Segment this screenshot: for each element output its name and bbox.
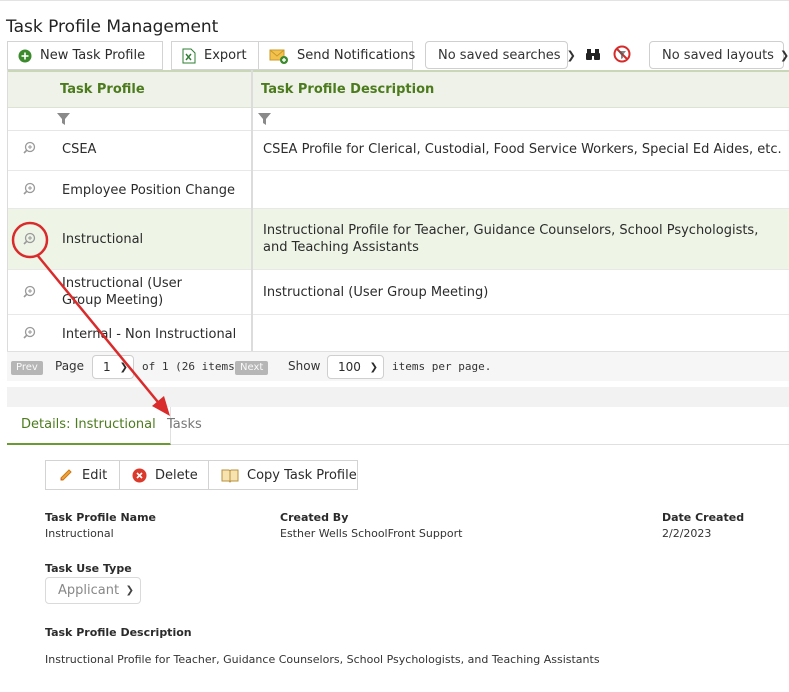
task-profile-name: Instructional: [62, 232, 144, 247]
edit-label: Edit: [82, 467, 108, 483]
tab-details[interactable]: Details: Instructional: [7, 407, 171, 445]
filter-icon[interactable]: [258, 113, 271, 129]
export-label: Export: [204, 48, 247, 63]
zoom-in-icon[interactable]: [23, 141, 36, 158]
saved-layouts-value: No saved layouts: [662, 47, 774, 63]
mail-add-icon: [269, 48, 289, 64]
task-profile-name-label: Task Profile Name: [45, 511, 157, 524]
binoculars-icon[interactable]: [585, 46, 601, 66]
chevron-down-icon: ❯: [566, 48, 576, 62]
book-icon: [221, 468, 239, 483]
copy-task-profile-button[interactable]: Copy Task Profile: [208, 460, 358, 490]
saved-searches-value: No saved searches: [438, 47, 561, 63]
next-page-button[interactable]: Next: [235, 361, 269, 375]
excel-icon: [182, 48, 196, 64]
task-profile-description: CSEA Profile for Clerical, Custodial, Fo…: [263, 142, 782, 157]
send-notifications-label: Send Notifications: [297, 48, 416, 63]
column-header-task-profile[interactable]: Task Profile: [60, 82, 145, 97]
zoom-in-icon[interactable]: [23, 182, 36, 199]
add-circle-icon: [18, 49, 32, 63]
date-created-value: 2/2/2023: [662, 527, 712, 540]
table-row-selected[interactable]: Instructional Instructional Profile for …: [8, 209, 789, 270]
page-title: Task Profile Management: [6, 17, 219, 37]
per-page-value: 100: [338, 360, 361, 374]
filter-icon[interactable]: [57, 113, 70, 129]
send-notifications-button[interactable]: Send Notifications: [258, 41, 416, 70]
table-row[interactable]: Employee Position Change: [8, 171, 789, 209]
column-header-description[interactable]: Task Profile Description: [261, 82, 434, 97]
section-divider: [7, 387, 789, 407]
saved-layouts-select[interactable]: No saved layouts ❯: [649, 41, 789, 69]
task-profile-name: Internal - Non Instructional: [62, 327, 237, 342]
tab-tasks[interactable]: Tasks: [167, 417, 202, 432]
page-label: Page: [55, 359, 85, 373]
zoom-in-icon[interactable]: [23, 326, 36, 343]
task-profile-grid: Task Profile Task Profile Description CS…: [7, 70, 789, 351]
task-profile-description-value: Instructional Profile for Teacher, Guida…: [45, 653, 600, 666]
pager: Prev Page 1 ❯ of 1 (26 items) Next Show …: [7, 351, 789, 381]
delete-button[interactable]: Delete: [119, 460, 209, 490]
clear-search-icon[interactable]: [613, 45, 631, 67]
per-page-select[interactable]: 100 ❯: [327, 355, 384, 379]
saved-searches-select[interactable]: No saved searches ❯: [425, 41, 576, 69]
new-task-profile-button[interactable]: New Task Profile: [7, 41, 163, 70]
delete-label: Delete: [155, 467, 198, 483]
task-profile-name: Instructional (User Group Meeting): [62, 276, 182, 308]
zoom-in-icon[interactable]: [23, 285, 36, 302]
page-count: of 1 (26 items): [142, 360, 242, 373]
column-divider[interactable]: [251, 70, 253, 351]
filter-row: [8, 108, 789, 131]
chevron-down-icon: ❯: [119, 361, 128, 373]
new-task-profile-label: New Task Profile: [40, 48, 146, 63]
zoom-in-icon[interactable]: [23, 232, 36, 249]
show-label: Show: [288, 359, 321, 373]
task-use-type-select[interactable]: Applicant ❯: [45, 577, 141, 604]
task-profile-name-value: Instructional: [45, 527, 114, 540]
grid-header: Task Profile Task Profile Description: [8, 70, 789, 108]
items-per-page-label: items per page.: [392, 360, 492, 373]
edit-button[interactable]: Edit: [45, 460, 120, 490]
delete-icon: [132, 468, 147, 483]
pencil-icon: [58, 467, 74, 483]
table-row[interactable]: Instructional (User Group Meeting) Instr…: [8, 270, 789, 315]
copy-task-profile-label: Copy Task Profile: [247, 467, 357, 483]
chevron-down-icon: ❯: [369, 361, 378, 373]
chevron-down-icon: ❯: [125, 585, 134, 596]
top-border: [0, 0, 789, 1]
created-by-value: Esther Wells SchoolFront Support: [280, 527, 463, 540]
task-profile-description-label: Task Profile Description: [45, 626, 192, 639]
prev-page-button[interactable]: Prev: [11, 361, 43, 375]
page-select[interactable]: 1 ❯: [92, 355, 134, 379]
task-profile-name: Employee Position Change: [62, 183, 236, 198]
chevron-down-icon: ❯: [779, 48, 789, 62]
table-row[interactable]: CSEA CSEA Profile for Clerical, Custodia…: [8, 131, 789, 171]
export-button[interactable]: Export: [171, 41, 259, 70]
table-row[interactable]: Internal - Non Instructional: [8, 315, 789, 351]
task-profile-name: CSEA: [62, 142, 97, 157]
created-by-label: Created By: [280, 511, 349, 524]
task-profile-description: Instructional Profile for Teacher, Guida…: [263, 223, 759, 255]
date-created-label: Date Created: [662, 511, 745, 524]
page-value: 1: [103, 360, 111, 374]
task-profile-description: Instructional (User Group Meeting): [263, 285, 489, 300]
task-use-type-value: Applicant: [58, 583, 120, 598]
detail-tabs: Details: Instructional Tasks: [7, 407, 789, 445]
task-use-type-label: Task Use Type: [45, 562, 132, 575]
